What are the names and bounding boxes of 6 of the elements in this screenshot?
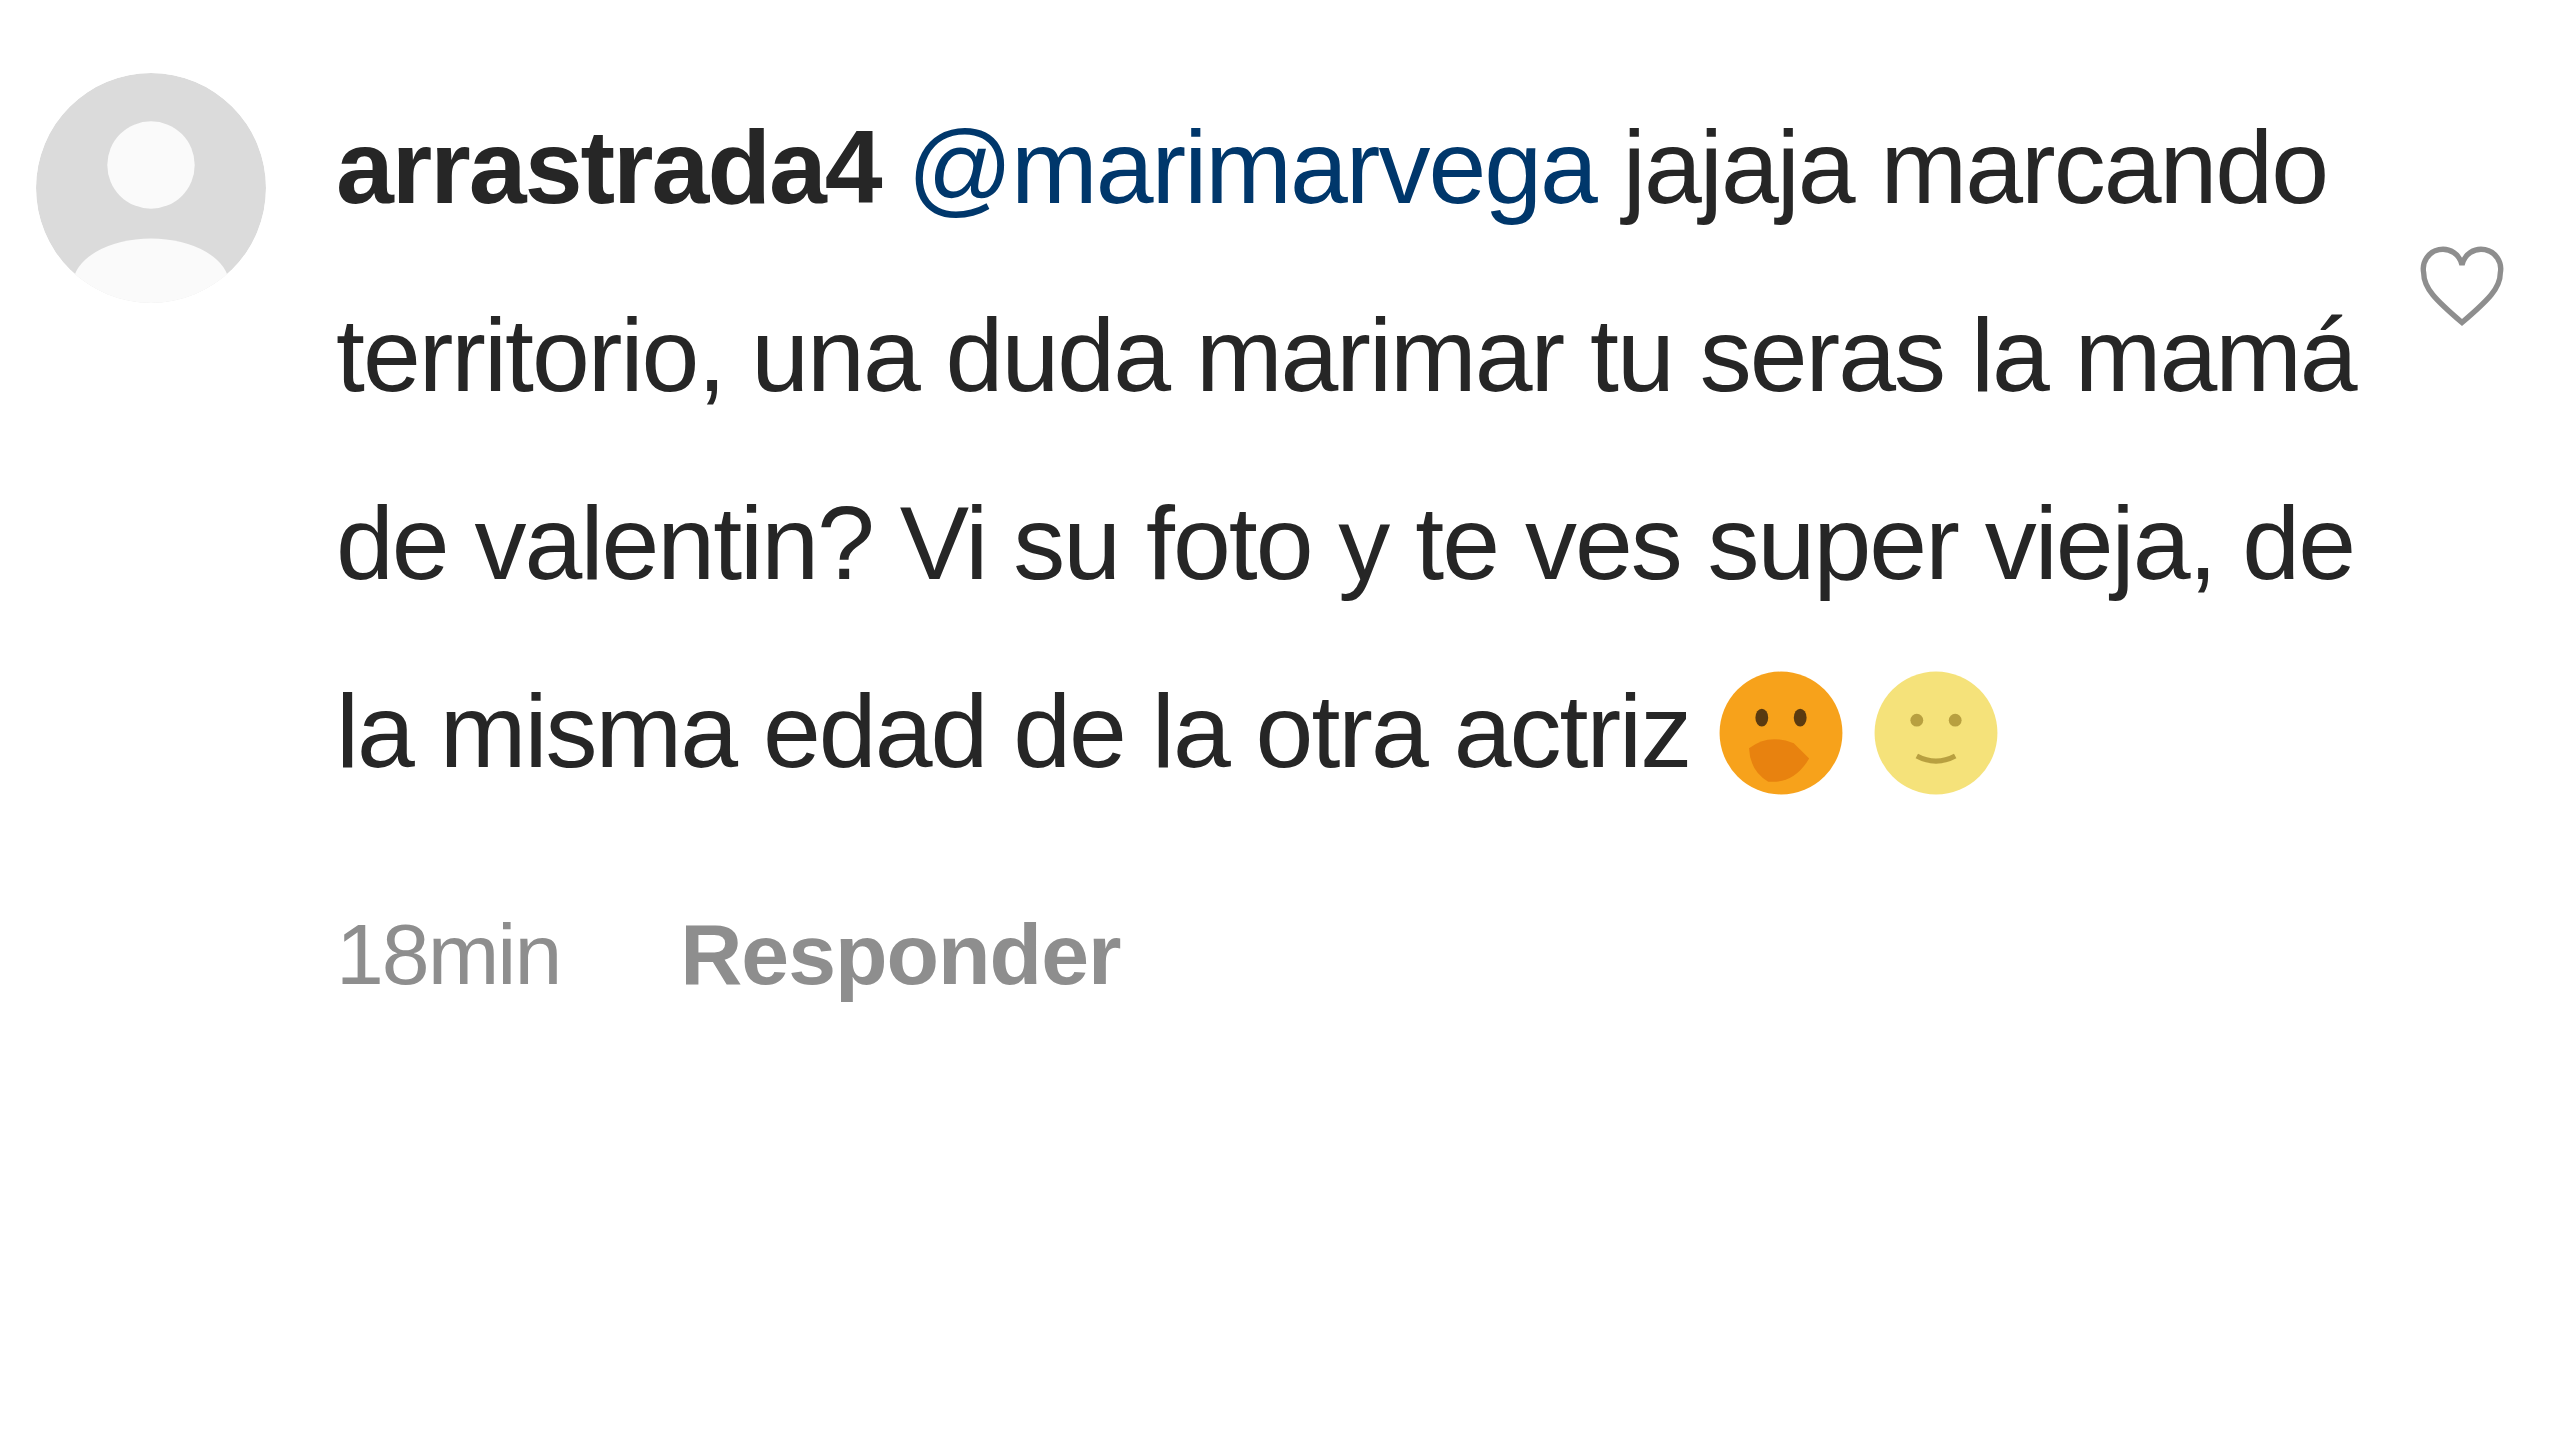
avatar-icon bbox=[36, 73, 266, 303]
comment-time: 18min bbox=[336, 905, 561, 1004]
comment-text: arrastrada4 @marimarvega jajaja marcando territorio, una duda marimar tu seras la mamá de valentin? Vi su foto y te ves super vieja, de la misma edad de la otra actriz bbox=[336, 73, 2366, 825]
mention-link[interactable]: @marimarvega bbox=[907, 109, 1596, 225]
username-link[interactable]: arrastrada4 bbox=[336, 109, 881, 225]
moon-face-icon bbox=[1872, 669, 2000, 797]
